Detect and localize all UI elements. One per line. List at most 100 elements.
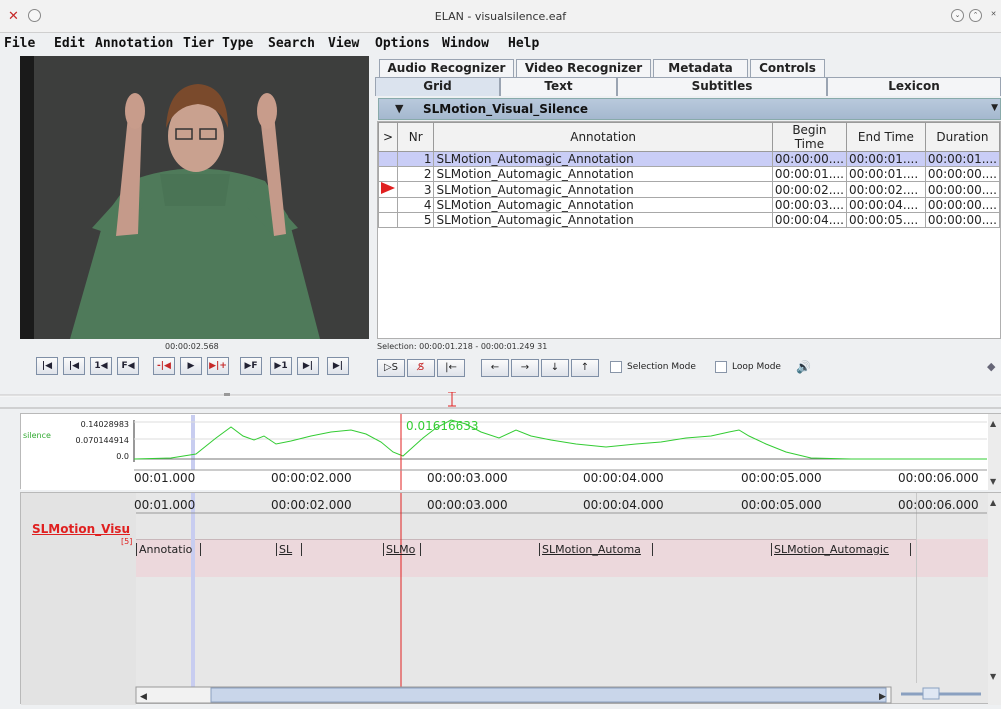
menu-annotation[interactable]: Annotation [95,36,173,51]
waveform-viewer[interactable]: silence 0.14028983 0.070144914 0.0 0.016… [20,413,1001,490]
row-begin: 00:00:03.... [771,197,847,213]
menu-options[interactable]: Options [375,36,430,51]
row-marker [378,151,398,167]
scroll-up-icon[interactable]: ▲ [990,498,997,507]
tier-name: SLMotion_Visual_Silence [423,102,588,116]
scroll-up-icon[interactable]: ▲ [990,419,997,428]
timeline-viewer[interactable]: 00:01.000 00:00:02.000 00:00:03.000 00:0… [20,492,1001,705]
timeline-ruler: 00:01.000 00:00:02.000 00:00:03.000 00:0… [21,493,1001,705]
scroll-down-icon[interactable]: ▼ [990,477,997,486]
col-end-time[interactable]: End Time [845,122,926,152]
row-duration: 00:00:00.... [924,181,1001,198]
upper-tier-button[interactable]: ↑ [571,359,599,377]
next-second-button[interactable]: ▶1 [270,357,292,375]
time-tick: 00:00:06.000 [898,498,979,512]
clear-selection-button[interactable]: S̸ [407,359,435,377]
previous-second-button[interactable]: 1◀ [90,357,112,375]
media-time: 00:00:02.568 [165,342,219,351]
annotation-segment[interactable]: SLMotion_Automagic [771,543,911,556]
table-row[interactable]: 2 SLMotion_Automagic_Annotation 00:00:01… [378,166,1001,182]
go-to-end-button[interactable]: ▶| [327,357,349,375]
table-row[interactable]: 4 SLMotion_Automagic_Annotation 00:00:03… [378,197,1001,213]
row-duration: 00:00:00.... [924,212,1001,228]
selection-info: Selection: 00:00:01.218 - 00:00:01.249 3… [377,342,548,351]
video-viewer[interactable] [20,56,369,339]
time-tick: 00:00:06.000 [898,471,979,485]
row-nr: 5 [396,212,435,228]
y-tick-label: 0.14028983 [81,420,129,429]
col-nr[interactable]: Nr [396,122,435,152]
tier-selector[interactable]: ▼ SLMotion_Visual_Silence ▼ [378,98,1001,120]
previous-frame-button[interactable]: |◀ [63,357,85,375]
previous-annotation-button[interactable]: ← [481,359,509,377]
scroll-down-icon[interactable]: ▼ [990,672,997,681]
col-marker[interactable]: > [378,122,398,152]
volume-icon[interactable]: 🔊 [796,360,811,374]
maximize-icon[interactable]: ⌃ [969,9,982,22]
play-marker-icon [381,182,395,194]
tab-text[interactable]: Text [500,77,617,96]
menu-window[interactable]: Window [442,36,489,51]
menu-file[interactable]: File [4,36,35,51]
play-button[interactable]: ▶ [180,357,202,375]
next-frame-step-button[interactable]: ▶F [240,357,262,375]
dropdown-icon[interactable]: ▼ [991,103,998,113]
row-end: 00:00:01.... [845,151,926,167]
table-row[interactable]: 5 SLMotion_Automagic_Annotation 00:00:04… [378,212,1001,228]
selection-mode-label: Selection Mode [627,362,696,372]
selection-mode-checkbox[interactable] [610,361,622,373]
row-end: 00:00:02.... [845,181,926,198]
menu-type[interactable]: Type [222,36,253,51]
title-bar: ✕ ELAN - visualsilence.eaf ⌄ ⌃ ✕ [0,0,1001,33]
col-duration[interactable]: Duration [924,122,1001,152]
row-marker [378,197,398,213]
tier-count: [5] [121,537,133,546]
row-begin: 00:00:00.... [771,151,847,167]
menu-edit[interactable]: Edit [54,36,85,51]
annotation-text: Annotatio [139,543,193,556]
menu-view[interactable]: View [328,36,359,51]
menu-search[interactable]: Search [268,36,315,51]
scroll-right-icon[interactable]: ▶ [879,692,886,702]
tab-grid[interactable]: Grid [375,77,500,96]
time-tick: 00:00:04.000 [583,471,664,485]
table-row[interactable]: 1 SLMotion_Automagic_Annotation 00:00:00… [378,151,1001,167]
col-annotation[interactable]: Annotation [433,122,773,152]
next-frame-button[interactable]: ▶| [297,357,319,375]
scroll-left-icon[interactable]: ◀ [140,692,147,702]
lower-tier-button[interactable]: ↓ [541,359,569,377]
annotation-segment[interactable]: SLMo [383,543,421,556]
selection-to-begin-button[interactable]: |← [437,359,465,377]
annotation-segment[interactable]: SL [276,543,302,556]
previous-frame-step-button[interactable]: F◀ [117,357,139,375]
table-row[interactable]: 3 SLMotion_Automagic_Annotation 00:00:02… [378,181,1001,198]
col-begin-time[interactable]: Begin Time [771,122,847,152]
tab-metadata[interactable]: Metadata [653,59,748,78]
panel-divider[interactable] [0,391,1001,412]
row-nr: 2 [396,166,435,182]
close-icon[interactable]: ✕ [987,9,1000,22]
loop-mode-checkbox[interactable] [715,361,727,373]
play-selection-forward-button[interactable]: ▶|+ [207,357,229,375]
annotation-segment[interactable]: SLMotion_Automa [539,543,653,556]
annotation-text: SLMotion_Automagic [774,543,889,556]
row-begin: 00:00:02.... [771,181,847,198]
tier-label[interactable]: SLMotion_Visu [32,522,130,536]
tab-audio-recognizer[interactable]: Audio Recognizer [379,59,514,78]
tab-video-recognizer[interactable]: Video Recognizer [516,59,651,78]
time-tick: 00:00:03.000 [427,498,508,512]
annotation-segment[interactable]: Annotatio [136,543,201,556]
tab-subtitles[interactable]: Subtitles [617,77,827,96]
menu-tier[interactable]: Tier [183,36,214,51]
tab-controls[interactable]: Controls [750,59,825,78]
go-to-begin-button[interactable]: |◀ [36,357,58,375]
tab-lexicon[interactable]: Lexicon [827,77,1001,96]
play-selection-back-button[interactable]: -|◀ [153,357,175,375]
next-annotation-button[interactable]: → [511,359,539,377]
row-nr: 1 [396,151,435,167]
minimize-icon[interactable]: ⌄ [951,9,964,22]
grid-header: > Nr Annotation Begin Time End Time Dura… [378,122,1001,152]
menu-help[interactable]: Help [508,36,539,51]
play-selection-button[interactable]: ▷S [377,359,405,377]
panel-resize-icon[interactable]: ◆ [987,360,995,373]
